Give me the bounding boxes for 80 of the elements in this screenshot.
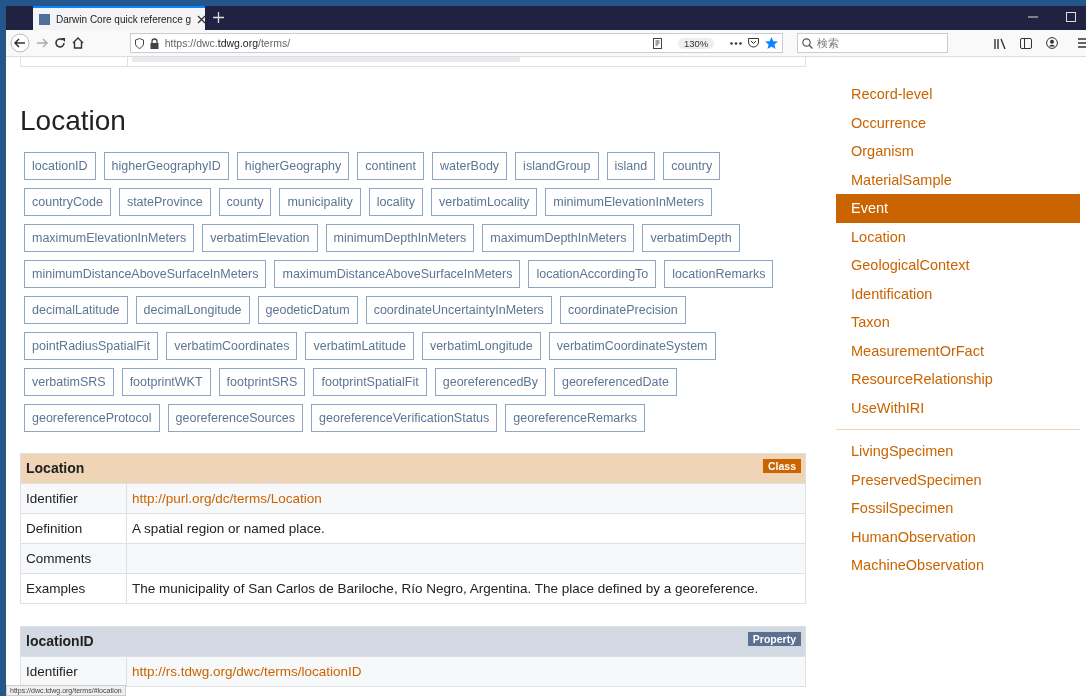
term-link[interactable]: georeferenceProtocol <box>24 404 160 432</box>
sidebar-link[interactable]: Location <box>836 222 1080 251</box>
term-link[interactable]: verbatimLocality <box>431 188 538 216</box>
tab-title: Darwin Core quick reference g <box>56 13 192 25</box>
term-link[interactable]: georeferenceRemarks <box>505 404 645 432</box>
term-link[interactable]: geodeticDatum <box>257 296 358 324</box>
term-link[interactable]: minimumElevationInMeters <box>545 188 713 216</box>
sidebar-link[interactable]: Taxon <box>836 308 1080 337</box>
sidebar-link[interactable]: HumanObservation <box>836 522 1080 551</box>
table-title: Location <box>26 459 85 478</box>
url-text: https://dwc.tdwg.org/terms/ <box>164 37 291 49</box>
sidebar-link[interactable]: Organism <box>836 137 1080 166</box>
term-link[interactable]: pointRadiusSpatialFit <box>24 332 159 360</box>
term-link[interactable]: footprintSpatialFit <box>313 368 427 396</box>
row-label: Examples <box>21 574 127 603</box>
term-link[interactable]: georeferencedDate <box>553 368 677 396</box>
term-link[interactable]: locationAccordingTo <box>528 260 657 288</box>
term-link[interactable]: locality <box>368 188 423 216</box>
identifier-link[interactable]: http://purl.org/dc/terms/Location <box>132 491 322 506</box>
row-label: Comments <box>21 544 127 573</box>
search-field[interactable]: 検索 <box>797 33 949 53</box>
zoom-level[interactable]: 130% <box>677 37 715 49</box>
browser-tab[interactable]: Darwin Core quick reference g <box>33 6 205 30</box>
term-link[interactable]: higherGeography <box>236 152 350 180</box>
sidebar-link[interactable]: ResourceRelationship <box>836 365 1080 394</box>
term-link[interactable]: waterBody <box>432 152 508 180</box>
term-link[interactable]: decimalLatitude <box>24 296 128 324</box>
term-link[interactable]: maximumElevationInMeters <box>24 224 195 252</box>
term-link[interactable]: higherGeographyID <box>103 152 229 180</box>
term-link[interactable]: maximumDistanceAboveSurfaceInMeters <box>274 260 521 288</box>
sidebar-link[interactable]: Event <box>836 194 1080 223</box>
term-link[interactable]: continent <box>357 152 425 180</box>
term-link[interactable]: locationID <box>24 152 96 180</box>
sidebar-link[interactable]: UseWithIRI <box>836 393 1080 422</box>
sidebar-link[interactable]: MachineObservation <box>836 551 1080 580</box>
sidebar-link[interactable]: Occurrence <box>836 108 1080 137</box>
type-badge: Property <box>747 632 801 646</box>
table-title: locationID <box>26 632 94 651</box>
term-link[interactable]: islandGroup <box>515 152 599 180</box>
sidebar-link[interactable]: MeasurementOrFact <box>836 336 1080 365</box>
term-link[interactable]: georeferenceVerificationStatus <box>311 404 498 432</box>
term-link[interactable]: georeferencedBy <box>434 368 546 396</box>
term-link[interactable]: georeferenceSources <box>167 404 304 432</box>
term-link[interactable]: verbatimCoordinateSystem <box>548 332 716 360</box>
term-link[interactable]: locationRemarks <box>664 260 774 288</box>
term-link[interactable]: country <box>663 152 721 180</box>
term-link[interactable]: verbatimLatitude <box>305 332 414 360</box>
term-link[interactable]: county <box>218 188 272 216</box>
sidebar-link[interactable]: Identification <box>836 279 1080 308</box>
term-link[interactable]: countryCode <box>24 188 111 216</box>
term-link[interactable]: decimalLongitude <box>135 296 250 324</box>
term-link[interactable]: footprintWKT <box>121 368 211 396</box>
type-badge: Class <box>762 459 801 473</box>
sidebar-link[interactable]: FossilSpecimen <box>836 494 1080 523</box>
term-link[interactable]: verbatimCoordinates <box>166 332 298 360</box>
identifier-link[interactable]: http://rs.tdwg.org/dwc/terms/locationID <box>132 664 362 679</box>
sidebar-link[interactable]: LivingSpecimen <box>836 437 1080 466</box>
term-link[interactable]: coordinatePrecision <box>559 296 686 324</box>
search-placeholder: 検索 <box>817 35 840 51</box>
term-link[interactable]: maximumDepthInMeters <box>482 224 635 252</box>
address-bar[interactable]: https://dwc.tdwg.org/terms/ 130% <box>129 33 784 53</box>
sidebar-link[interactable]: MaterialSample <box>836 165 1080 194</box>
term-link[interactable]: coordinateUncertaintyInMeters <box>365 296 552 324</box>
sidebar-link[interactable]: PreservedSpecimen <box>836 465 1080 494</box>
sidebar-link[interactable]: GeologicalContext <box>836 251 1080 280</box>
term-link[interactable]: verbatimDepth <box>642 224 740 252</box>
term-link[interactable]: verbatimLongitude <box>421 332 541 360</box>
term-link[interactable]: verbatimElevation <box>202 224 318 252</box>
term-link[interactable]: minimumDepthInMeters <box>325 224 475 252</box>
term-link[interactable]: stateProvince <box>118 188 211 216</box>
section-heading: Location <box>20 105 127 137</box>
term-link[interactable]: minimumDistanceAboveSurfaceInMeters <box>24 260 267 288</box>
row-label: Identifier <box>21 484 127 513</box>
row-value: The municipality of San Carlos de Bariloche, Río Negro, Argentina. The place defined by a georeference. <box>131 580 759 598</box>
term-link[interactable]: municipality <box>279 188 361 216</box>
term-link[interactable]: island <box>606 152 656 180</box>
term-link[interactable]: footprintSRS <box>218 368 306 396</box>
term-link[interactable]: verbatimSRS <box>24 368 114 396</box>
sidebar-link[interactable]: Record-level <box>836 80 1080 109</box>
row-value: A spatial region or named place. <box>131 520 325 538</box>
